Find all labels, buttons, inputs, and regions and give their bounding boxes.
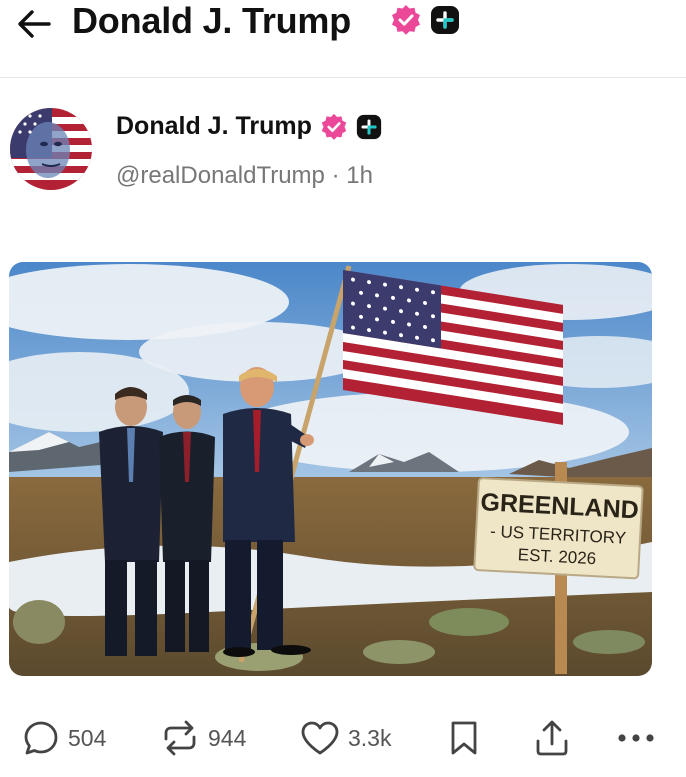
page-title: Donald J. Trump — [72, 0, 352, 41]
like-button[interactable]: 3.3k — [300, 712, 391, 764]
post-header: Donald J. Trump @realDonaldTrump · 1h — [0, 96, 686, 206]
share-icon — [534, 719, 570, 757]
post-image[interactable]: GREENLAND - US TERRITORY EST. 2026 — [9, 262, 652, 676]
handle[interactable]: @realDonaldTrump — [116, 162, 325, 189]
back-arrow-icon — [18, 10, 51, 38]
more-button[interactable] — [616, 712, 656, 764]
bookmark-icon — [448, 719, 480, 757]
verified-badge-icon — [392, 5, 420, 35]
back-button[interactable] — [14, 6, 54, 42]
verified-badge-icon — [321, 113, 347, 140]
reply-icon — [22, 719, 60, 757]
post-actions: 504 944 3.3k — [0, 712, 686, 764]
reply-button[interactable]: 504 — [22, 712, 106, 764]
post-time: 1h — [346, 162, 373, 189]
like-count: 3.3k — [348, 724, 392, 751]
display-name[interactable]: Donald J. Trump — [116, 112, 312, 141]
plus-badge-icon — [356, 114, 381, 139]
name-row: Donald J. Trump — [116, 112, 382, 141]
plus-badge-icon — [431, 6, 459, 34]
avatar[interactable] — [10, 108, 92, 190]
like-icon — [300, 720, 340, 756]
separator: · — [331, 162, 340, 189]
repost-icon — [160, 719, 200, 757]
bookmark-button[interactable] — [448, 712, 480, 764]
reply-count: 504 — [68, 724, 107, 751]
title-badges — [390, 4, 460, 36]
repost-button[interactable]: 944 — [160, 712, 246, 764]
handle-row: @realDonaldTrump · 1h — [116, 162, 373, 190]
share-button[interactable] — [534, 712, 570, 764]
top-bar: Donald J. Trump — [0, 0, 686, 78]
repost-count: 944 — [208, 724, 247, 751]
more-icon — [616, 732, 656, 744]
